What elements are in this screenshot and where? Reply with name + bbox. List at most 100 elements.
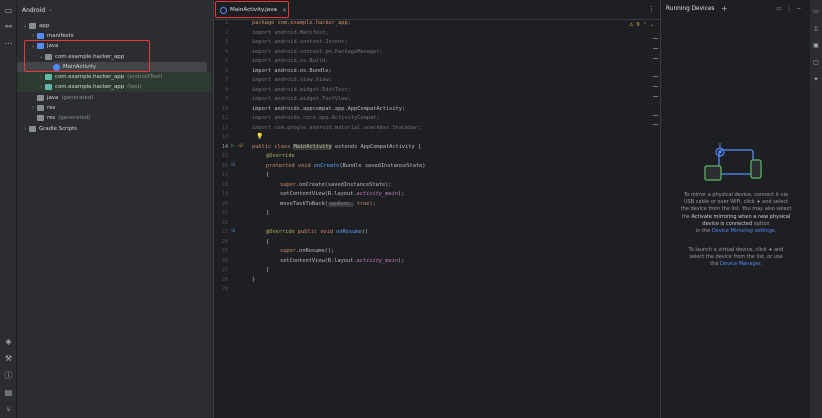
line-number: 3 (224, 39, 228, 45)
device-mirroring-settings-link[interactable]: Device Mirroring settings (712, 228, 775, 234)
line-number: 18 (221, 181, 228, 188)
chevron-right-icon[interactable]: › (29, 33, 37, 39)
code-text: onResume (336, 229, 362, 235)
gemini-icon[interactable]: ◈ (3, 336, 14, 347)
line-number: 4 (224, 48, 228, 55)
error-stripe-mark[interactable] (653, 96, 658, 97)
tree-item-gradle-scripts[interactable]: › Gradle Scripts (21, 124, 211, 134)
code-text: { (266, 238, 270, 245)
tree-item-test[interactable]: › com.example.hacker_app (test) (17, 82, 211, 92)
line-number: 22 (221, 219, 228, 226)
code-text: setContentView(R.layout. (280, 191, 357, 197)
code-line: import android.os.Bundle; (252, 68, 332, 74)
chevron-right-icon[interactable]: › (21, 126, 29, 132)
tree-item-manifests[interactable]: › manifests (29, 31, 209, 41)
error-stripe-mark[interactable] (653, 38, 658, 39)
plus-icon: + (756, 199, 761, 206)
parameter-hint: nonRoot: (327, 201, 354, 207)
devices-icon[interactable]: ▯ (812, 25, 820, 33)
code-text: import com.google.android.material.snack… (252, 124, 422, 131)
code-text: public class (252, 143, 294, 150)
chevron-right-icon[interactable]: › (37, 74, 45, 80)
chevron-down-icon[interactable]: ⌄ (29, 43, 37, 49)
folder-icon[interactable]: ▭ (3, 5, 14, 16)
more-icon[interactable]: ⋯ (3, 38, 14, 49)
running-devices-panel: Running Devices + ▭⋮− To mirror a physic… (660, 0, 810, 418)
inspection-widget[interactable]: ⚠ 9 ⌃ ⌄ (629, 22, 654, 28)
code-text: public void (294, 229, 337, 235)
tree-item-android-test[interactable]: › com.example.hacker_app (androidTest) (17, 72, 211, 82)
tree-item-label: app (39, 23, 50, 29)
error-stripe-mark[interactable] (653, 86, 658, 87)
override-icon[interactable]: ⊙ (231, 162, 235, 168)
error-stripe-mark[interactable] (653, 115, 658, 116)
line-number: 14 (221, 143, 228, 150)
line-number: 27 (221, 267, 228, 273)
line-number: 10 (221, 105, 228, 112)
tree-item-res-generated[interactable]: res (generated) (37, 113, 209, 123)
lightbulb-icon[interactable]: 💡 (256, 133, 263, 140)
package-icon (45, 84, 52, 90)
help-text: the (681, 213, 690, 220)
implementation-icon[interactable]: ‹/› (238, 143, 244, 149)
git-icon[interactable]: ⑂ (3, 404, 14, 415)
structure-icon[interactable]: ⚯ (3, 21, 14, 32)
tree-item-app[interactable]: ⌄ app (21, 21, 211, 31)
problems-icon[interactable]: ⓘ (3, 370, 14, 381)
left-tool-rail: ▭ ⚯ ⋯ ◈ ⚒ ⓘ ▤ ⑂ (0, 0, 17, 418)
line-number: 20 (221, 200, 228, 207)
tree-item-package[interactable]: ⌄ com.example.hacker_app (37, 52, 209, 62)
editor-tab-bar: MainActivity.java × ⋮ (214, 0, 661, 20)
code-text: MainActivity (293, 143, 332, 150)
code-editor[interactable]: MainActivity.java × ⋮ ⚠ 9 ⌃ ⌄ 1 2 3 4 5 … (213, 0, 661, 418)
tree-item-java[interactable]: ⌄ java (29, 41, 209, 51)
close-icon[interactable]: × (282, 7, 287, 14)
code-line: setContentView(R.layout.activity_main); (280, 191, 404, 197)
device-manager-link[interactable]: Device Manager (720, 261, 760, 267)
help-text: and (774, 247, 784, 253)
run-icon[interactable]: ▷ (231, 143, 235, 149)
error-stripe-mark[interactable] (653, 124, 658, 125)
tree-item-mainactivity[interactable]: MainActivity (17, 62, 207, 72)
chevron-down-icon[interactable]: ⌄ (650, 22, 654, 28)
code-text: onCreate (313, 162, 340, 169)
chevron-down-icon[interactable]: ⌄ (37, 54, 45, 60)
code-text: activity_main (356, 257, 399, 264)
tree-item-label: java (47, 43, 59, 49)
tree-item-res[interactable]: › res (29, 103, 209, 113)
more-vertical-icon[interactable]: ⋮ (648, 5, 655, 13)
line-number: 1 (224, 20, 228, 26)
code-text: import android.content.Intent; (252, 39, 348, 45)
chevron-right-icon[interactable]: › (29, 105, 37, 111)
gemini-icon[interactable]: ✦ (812, 76, 820, 84)
folder-icon (37, 43, 44, 49)
terminal-icon[interactable]: ▤ (3, 387, 14, 398)
code-text: @Override (266, 229, 295, 235)
panel-options[interactable]: ▭⋮− (776, 5, 805, 12)
error-stripe-mark[interactable] (653, 58, 658, 59)
line-number: 29 (221, 286, 228, 292)
build-icon[interactable]: ⚒ (3, 353, 14, 364)
emulator-icon[interactable]: ▢ (812, 59, 820, 67)
code-line: import android.content.pm.PackageManager… (252, 49, 383, 55)
package-icon (45, 54, 52, 60)
tree-item-java-generated[interactable]: java (generated) (37, 93, 209, 103)
code-text: (Bundle savedInstanceState) (339, 162, 426, 169)
code-text: package com.example.hacker_app; (252, 20, 351, 26)
error-stripe-mark[interactable] (653, 48, 658, 49)
code-line: } (266, 210, 269, 216)
chevron-down-icon[interactable]: ⌄ (21, 23, 29, 29)
code-text: import androidx.core.app.ActivityCompat; (252, 115, 380, 121)
project-view-selector[interactable]: Android ⌄ (17, 0, 213, 20)
notifications-icon[interactable]: ▭ (812, 8, 820, 16)
code-line: } (252, 277, 255, 283)
error-stripe-mark[interactable] (653, 76, 658, 77)
device-manager-icon[interactable]: ▣ (812, 42, 820, 50)
tree-item-label: com.example.hacker_app (55, 84, 125, 90)
chevron-up-icon[interactable]: ⌃ (643, 22, 647, 28)
help-text: select the device from the list, or use (689, 254, 783, 261)
line-number-gutter: 1 2 3 4 5 6 7 8 9 10 11 12 13 14 15 16 1… (214, 0, 250, 418)
override-icon[interactable]: ⊙ (231, 228, 235, 234)
add-device-button[interactable]: + (721, 4, 728, 13)
chevron-right-icon[interactable]: › (37, 84, 45, 90)
